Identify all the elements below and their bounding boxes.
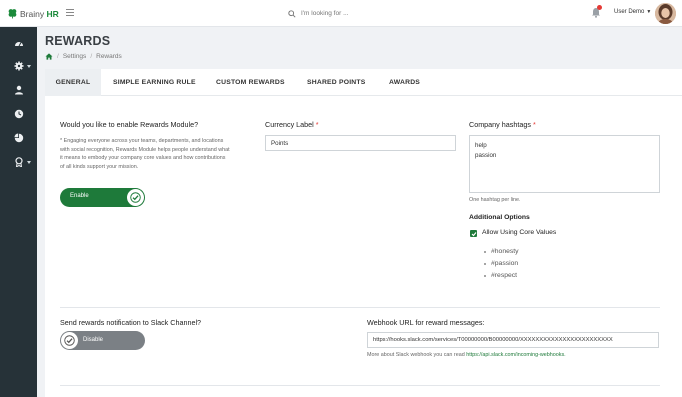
sidebar-item-users[interactable]: [0, 80, 37, 100]
breadcrumb-rewards: Rewards: [96, 53, 122, 60]
sidebar: [0, 27, 37, 397]
enable-rewards-help: * Engaging everyone across your teams, d…: [60, 137, 230, 171]
core-value-text: #respect: [491, 272, 518, 279]
allow-core-values-checkbox[interactable]: [470, 230, 477, 237]
section-divider: [60, 385, 660, 386]
toggle-label: Disable: [83, 337, 104, 343]
clock-icon: [14, 109, 23, 119]
help-line: of all kinds support your mission.: [60, 163, 139, 170]
hashtags-help: One hashtag per line.: [469, 197, 521, 203]
list-item: #honesty: [484, 248, 519, 255]
webhook-url-input[interactable]: [367, 332, 659, 348]
toggle-label: Enable: [70, 193, 89, 199]
webhook-note-text: More about Slack webhook you can read: [367, 352, 465, 358]
caret-down-icon: [27, 65, 31, 68]
top-bar: Brainy HR User Demo ▼: [0, 0, 682, 27]
award-icon: [14, 157, 23, 167]
home-icon[interactable]: [45, 53, 53, 60]
enable-rewards-toggle[interactable]: Enable: [60, 188, 145, 207]
settings-card: GENERAL SIMPLE EARNING RULE CUSTOM REWAR…: [45, 69, 682, 397]
required-marker: *: [315, 120, 319, 129]
help-line: it means to embody your company core val…: [60, 155, 226, 161]
allow-core-values-label[interactable]: Allow Using Core Values: [482, 229, 556, 236]
list-item: #passion: [484, 260, 518, 267]
gear-icon: [14, 61, 23, 71]
currency-label-input[interactable]: [265, 135, 456, 151]
tab-custom-rewards[interactable]: CUSTOM REWARDS: [216, 69, 285, 96]
caret-down-icon: ▼: [646, 9, 652, 15]
breadcrumb: / Settings / Rewards: [45, 53, 122, 60]
slack-webhooks-link[interactable]: https://api.slack.com/incoming-webhooks.: [466, 352, 565, 358]
avatar-image: [655, 3, 676, 24]
bullet: [484, 250, 486, 253]
webhook-url-heading: Webhook URL for reward messages:: [367, 318, 485, 327]
search-input[interactable]: [301, 10, 421, 17]
dashboard-icon: [14, 42, 23, 47]
search-icon: [288, 9, 296, 18]
bullet: [484, 274, 486, 277]
list-item: #respect: [484, 272, 517, 279]
search-bar: [288, 7, 421, 20]
breadcrumb-settings[interactable]: Settings: [63, 53, 87, 60]
currency-label-heading: Currency Label *: [265, 120, 319, 129]
core-value-text: #honesty: [491, 248, 519, 255]
additional-options-heading: Additional Options: [469, 214, 530, 221]
page-title: REWARDS: [45, 34, 111, 48]
sidebar-item-time[interactable]: [0, 104, 37, 124]
tab-awards[interactable]: AWARDS: [389, 69, 420, 96]
core-value-text: #passion: [491, 260, 519, 267]
toggle-knob: [61, 332, 78, 349]
brand-logo[interactable]: Brainy HR: [7, 7, 59, 20]
breadcrumb-separator: /: [90, 53, 93, 60]
enable-rewards-question: Would you like to enable Rewards Module?: [60, 120, 199, 129]
sidebar-item-settings[interactable]: [0, 56, 37, 76]
slack-notification-toggle[interactable]: Disable: [60, 331, 145, 350]
currency-label-text: Currency Label: [265, 120, 314, 129]
toggle-knob: [127, 189, 144, 206]
caret-down-icon: [27, 161, 31, 164]
company-hashtags-textarea[interactable]: help passion: [469, 135, 660, 193]
required-marker: *: [532, 120, 536, 129]
notification-badge: [597, 5, 602, 10]
company-hashtags-heading: Company hashtags *: [469, 120, 536, 129]
brand-name: Brainy HR: [20, 8, 59, 19]
clover-logo-icon: [8, 9, 17, 19]
tab-general[interactable]: GENERAL: [45, 69, 101, 96]
breadcrumb-separator: /: [57, 53, 59, 60]
pie-chart-icon: [14, 133, 23, 143]
tab-simple-earning-rule[interactable]: SIMPLE EARNING RULE: [113, 69, 196, 96]
tab-bar: GENERAL SIMPLE EARNING RULE CUSTOM REWAR…: [45, 69, 682, 96]
checkmark-icon: [471, 231, 476, 236]
sidebar-item-reports[interactable]: [0, 128, 37, 148]
check-icon: [64, 335, 75, 346]
check-icon: [130, 192, 141, 203]
user-icon: [14, 85, 23, 95]
webhook-note: More about Slack webhook you can read ht…: [367, 352, 566, 358]
company-hashtags-text: Company hashtags: [469, 120, 531, 129]
section-divider: [60, 307, 660, 308]
sidebar-item-dashboard[interactable]: [0, 34, 37, 54]
sidebar-item-rewards[interactable]: [0, 152, 37, 172]
tab-shared-points[interactable]: SHARED POINTS: [307, 69, 366, 96]
avatar[interactable]: [655, 3, 676, 24]
help-line: with social recognition, Rewards Module …: [60, 146, 230, 153]
user-name: User Demo: [614, 9, 645, 15]
help-line: * Engaging everyone across your teams, d…: [60, 138, 224, 144]
user-menu[interactable]: User Demo ▼: [614, 9, 651, 15]
menu-icon[interactable]: [66, 9, 74, 16]
bullet: [484, 262, 486, 265]
slack-notification-question: Send rewards notification to Slack Chann…: [60, 318, 202, 327]
